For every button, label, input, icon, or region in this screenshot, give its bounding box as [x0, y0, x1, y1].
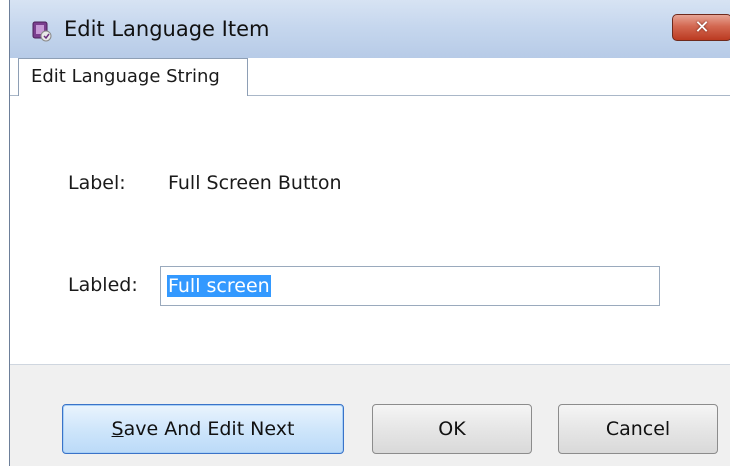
- content-panel: [10, 96, 730, 364]
- label-value: Full Screen Button: [168, 172, 342, 194]
- cancel-label: Cancel: [605, 418, 671, 440]
- window-title: Edit Language Item: [64, 17, 270, 41]
- save-and-edit-next-button[interactable]: Save And Edit Next: [62, 404, 344, 454]
- labeled-input[interactable]: Full screen: [160, 266, 660, 306]
- ok-button[interactable]: OK: [372, 404, 532, 454]
- cancel-button[interactable]: Cancel: [558, 404, 718, 454]
- save-and-edit-next-label: ave And Edit Next: [123, 418, 295, 440]
- ok-label: OK: [438, 418, 466, 440]
- save-and-edit-next-mnemonic: S: [111, 418, 124, 440]
- close-button[interactable]: ✕: [672, 14, 730, 41]
- tab-edit-language-string[interactable]: Edit Language String: [18, 58, 248, 96]
- label-caption: Label:: [68, 172, 126, 194]
- labeled-input-selected-text: Full screen: [167, 275, 271, 297]
- close-icon: ✕: [694, 17, 710, 38]
- title-bar[interactable]: Edit Language Item ✕: [10, 0, 730, 59]
- labeled-caption: Labled:: [68, 274, 138, 296]
- app-icon: [32, 21, 52, 42]
